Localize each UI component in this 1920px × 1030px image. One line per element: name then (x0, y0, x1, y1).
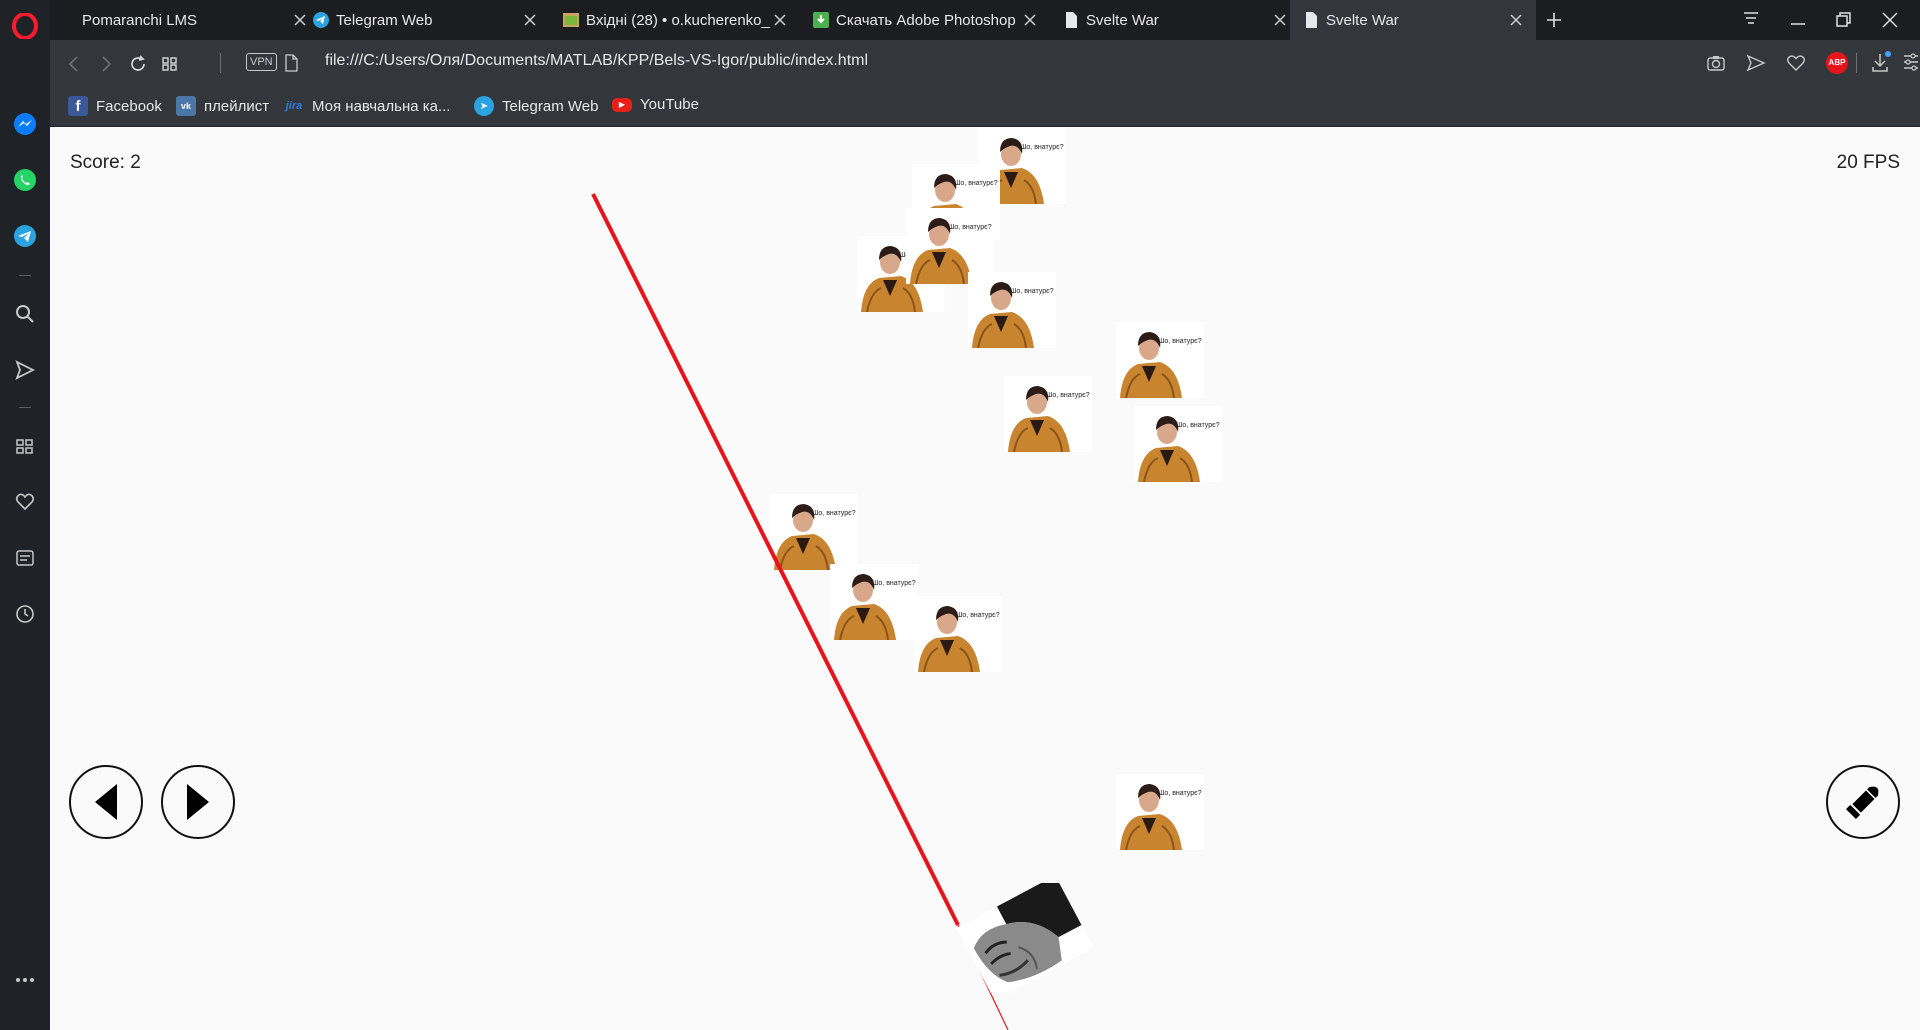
bookmark-label: Telegram Web (502, 97, 599, 115)
messenger-icon[interactable] (11, 110, 39, 138)
page-info-icon[interactable] (284, 54, 298, 72)
telegram-sidebar-icon[interactable] (11, 222, 39, 250)
tab-pomaranchi-lms[interactable]: Pomaranchi LMS (70, 0, 320, 40)
restore-icon[interactable] (1834, 10, 1854, 30)
bookmark-label: плейлист (204, 97, 270, 115)
arrow-left-icon (95, 784, 117, 820)
fire-button[interactable] (1826, 765, 1900, 839)
bookmark-study-card[interactable]: jira Моя навчальна ка... (284, 96, 451, 116)
page-icon (1066, 12, 1077, 28)
tab-label: Скачать Adobe Photoshop (836, 11, 1016, 29)
window-close-icon[interactable] (1880, 10, 1900, 30)
vpn-badge[interactable]: VPN (246, 53, 277, 71)
close-icon[interactable] (1508, 12, 1524, 28)
close-icon[interactable] (1022, 12, 1038, 28)
telegram-icon: ➤ (474, 96, 494, 116)
heart-icon[interactable] (11, 488, 39, 516)
vk-icon: vk (176, 96, 196, 116)
bookmark-youtube[interactable]: ▶ YouTube (612, 96, 699, 113)
bookmark-telegram-web[interactable]: ➤ Telegram Web (474, 96, 598, 116)
bookmark-label: YouTube (640, 96, 699, 113)
flow-send-icon[interactable] (11, 356, 39, 384)
easy-setup-icon[interactable] (1902, 52, 1920, 72)
opera-logo-icon[interactable] (11, 12, 39, 40)
tab-overview-button[interactable] (158, 52, 182, 76)
tab-telegram-web[interactable]: Telegram Web (300, 0, 550, 40)
player-ship (955, 875, 1095, 1001)
tab-svelte-war-active[interactable]: Svelte War (1290, 0, 1536, 40)
bullet-icon (1846, 786, 1879, 819)
news-icon[interactable] (11, 544, 39, 572)
youtube-icon: ▶ (612, 97, 632, 112)
whatsapp-icon[interactable] (11, 166, 39, 194)
tab-gmail-inbox[interactable]: Вхідні (28) • o.kucherenko_ (550, 0, 800, 40)
tab-label: Telegram Web (336, 11, 433, 29)
send-flow-icon[interactable] (1746, 54, 1766, 72)
speed-dial-icon[interactable] (11, 432, 39, 460)
tab-strip: Pomaranchi LMS Telegram Web Вхідні (28) … (50, 0, 1920, 40)
downloads-icon[interactable] (1870, 50, 1892, 74)
facebook-icon: f (68, 96, 88, 116)
close-icon[interactable] (1272, 12, 1288, 28)
download-green-icon (813, 12, 829, 28)
close-icon[interactable] (522, 12, 538, 28)
reload-button[interactable] (126, 52, 150, 76)
jira-icon: jira (285, 100, 303, 112)
more-options-icon[interactable] (11, 966, 39, 994)
page-icon (1306, 12, 1317, 28)
address-toolbar: VPN file:///C:/Users/Оля/Documents/MATLA… (50, 40, 1920, 87)
tab-photoshop-download[interactable]: Скачать Adobe Photoshop (800, 0, 1050, 40)
telegram-icon (313, 12, 329, 28)
address-input[interactable]: file:///C:/Users/Оля/Documents/MATLAB/KP… (325, 52, 868, 70)
bookmarks-bar: f Facebook vk плейлист jira Моя навчальн… (50, 87, 1920, 127)
forward-button[interactable] (94, 52, 118, 76)
tab-svelte-war[interactable]: Svelte War (1050, 0, 1300, 40)
move-right-button[interactable] (161, 765, 235, 839)
snapshot-camera-icon[interactable] (1706, 54, 1726, 72)
new-tab-plus-icon[interactable] (1544, 10, 1564, 30)
tab-label: Вхідні (28) • o.kucherenko_ (586, 11, 770, 29)
bookmark-label: Моя навчальна ка... (312, 97, 451, 115)
search-icon[interactable] (11, 300, 39, 328)
tab-label: Pomaranchi LMS (82, 11, 198, 29)
move-left-button[interactable] (69, 765, 143, 839)
minimize-icon[interactable] (1788, 10, 1808, 30)
tab-label: Svelte War (1326, 11, 1399, 29)
bookmark-facebook[interactable]: f Facebook (68, 96, 162, 116)
bookmark-playlist[interactable]: vk плейлист (176, 96, 269, 116)
history-clock-icon[interactable] (11, 600, 39, 628)
gmail-icon (563, 13, 579, 27)
bookmark-label: Facebook (96, 97, 162, 115)
bookmark-heart-icon[interactable] (1786, 54, 1806, 72)
game-canvas[interactable]: Score: 2 20 FPS Шо, внатурє? Шо, внатурє?… (50, 128, 1920, 1030)
browser-sidebar (0, 0, 50, 1030)
tab-label: Svelte War (1086, 11, 1159, 29)
close-icon[interactable] (772, 12, 788, 28)
tab-menu-icon[interactable] (1741, 8, 1761, 28)
back-button[interactable] (62, 52, 86, 76)
arrow-right-icon (187, 784, 209, 820)
adblock-icon[interactable]: ABP (1826, 52, 1848, 74)
